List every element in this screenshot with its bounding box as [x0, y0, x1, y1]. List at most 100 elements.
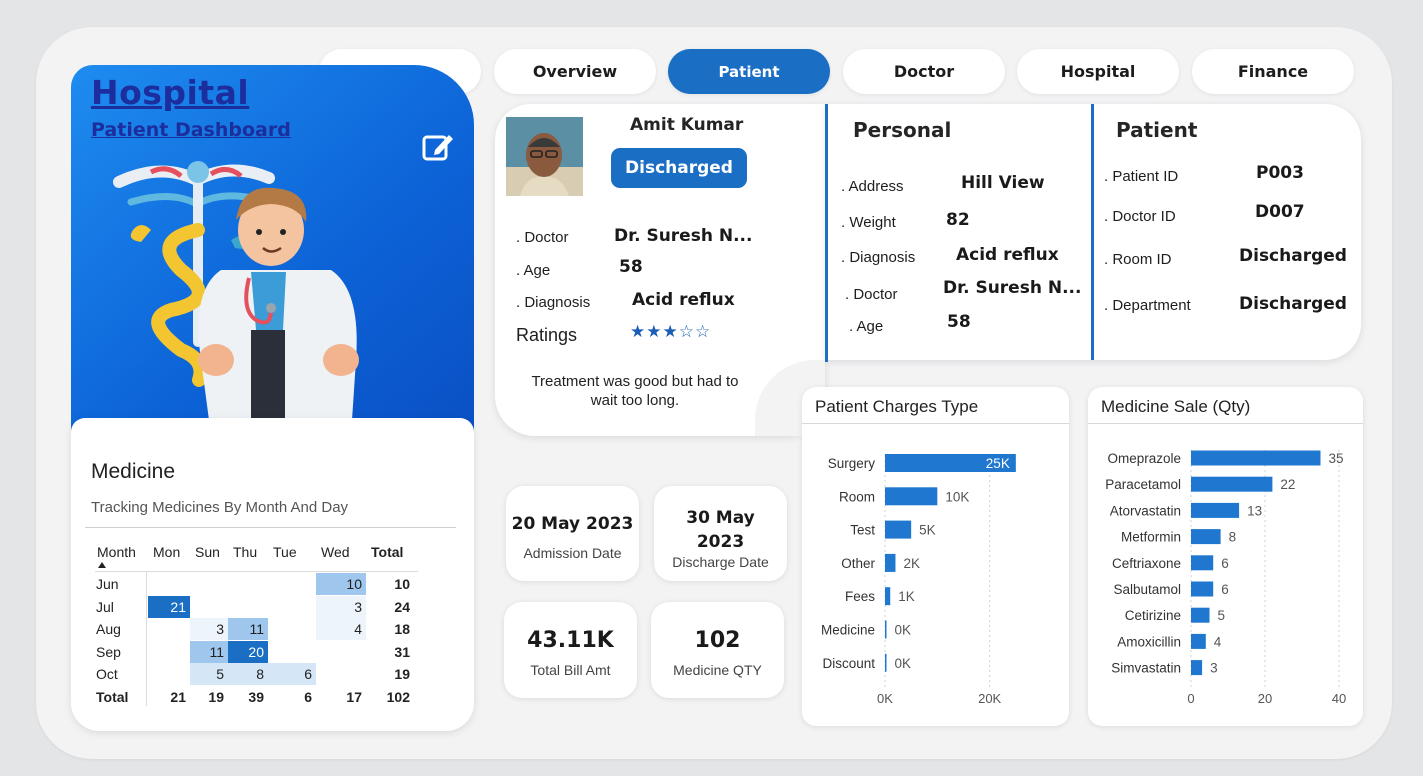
department-value: Discharged: [1239, 294, 1347, 314]
rating-stars: ★★★☆☆: [630, 322, 712, 342]
matrix-cell: [316, 663, 366, 685]
admission-date-card: 20 May 2023 Admission Date: [506, 486, 639, 581]
category-label: Omeprazole: [1107, 451, 1181, 466]
medicine-title: Medicine: [91, 460, 176, 483]
category-label: Medicine: [821, 623, 875, 638]
discharge-date-label: Discharge Date: [672, 554, 769, 570]
patient-id-label: . Patient ID: [1104, 168, 1179, 185]
matrix-header: Total: [371, 544, 404, 560]
data-label: 22: [1280, 477, 1295, 492]
matrix-header: Mon: [153, 544, 181, 560]
data-label: 13: [1247, 503, 1262, 518]
bar: [1191, 607, 1210, 623]
doctor-value: Dr. Suresh N...: [614, 226, 753, 246]
patient-info-title: Patient: [1116, 118, 1198, 142]
matrix-cell: [148, 618, 190, 640]
matrix-row-total: 31: [394, 644, 410, 660]
x-tick-label: 20: [1258, 691, 1272, 706]
bar: [1191, 450, 1321, 466]
divider: [825, 104, 828, 362]
matrix-cell: [148, 573, 190, 595]
age-label: . Age: [516, 262, 551, 279]
category-label: Ceftriaxone: [1112, 556, 1181, 571]
discharge-date-value: 30 May 2023: [686, 508, 755, 552]
nav-finance-button[interactable]: Finance: [1192, 49, 1354, 94]
matrix-cell: [190, 573, 228, 595]
matrix-header: Thu: [233, 544, 258, 560]
matrix-column-total: 6: [304, 689, 312, 705]
matrix-row-total: 19: [394, 666, 410, 682]
nav-doctor-button[interactable]: Doctor: [843, 49, 1005, 94]
medicine-subtitle: Tracking Medicines By Month And Day: [91, 499, 349, 516]
nav-overview-button[interactable]: Overview: [494, 49, 656, 94]
matrix-cell: 4: [316, 618, 366, 640]
matrix-header: Sun: [195, 544, 220, 560]
matrix-row-label: Jun: [96, 576, 119, 592]
total-bill-label: Total Bill Amt: [530, 662, 611, 678]
matrix-column-total: 39: [248, 689, 264, 705]
sort-arrow-icon[interactable]: [98, 562, 106, 568]
matrix-row-label: Jul: [96, 599, 114, 615]
medicine-qty-label: Medicine QTY: [673, 662, 762, 678]
nav-patient-button[interactable]: Patient: [668, 49, 830, 94]
bar: [885, 620, 887, 639]
info-card: Personal . Address Hill View . Weight 82…: [825, 104, 1361, 362]
matrix-header[interactable]: Month: [97, 541, 136, 563]
data-label: 25K: [986, 456, 1010, 471]
diagnosis-value: Acid reflux: [632, 290, 735, 310]
matrix-cell: 8: [228, 663, 268, 685]
hero-title: Hospital: [91, 73, 250, 112]
edit-icon[interactable]: [421, 131, 455, 163]
patient-name: Amit Kumar: [630, 115, 744, 135]
ratings-label: Ratings: [516, 325, 578, 345]
diagnosis-label: . Diagnosis: [841, 249, 916, 266]
admission-date-label: Admission Date: [523, 545, 622, 561]
patient-id-value: P003: [1256, 163, 1304, 183]
discharge-date-card: 30 May 2023 Discharge Date: [654, 486, 787, 581]
data-label: 6: [1221, 582, 1229, 597]
matrix-cell: [190, 596, 228, 618]
patient-photo: [506, 117, 583, 196]
bar: [885, 487, 938, 506]
doctor-value: Dr. Suresh N...: [943, 278, 1082, 298]
bar: [1191, 555, 1214, 571]
matrix-cell: [148, 663, 190, 685]
hero-subtitle: Patient Dashboard: [91, 119, 291, 141]
age-value: 58: [619, 257, 643, 277]
divider: [95, 571, 418, 572]
matrix-row-label: Oct: [96, 666, 118, 682]
data-label: 0K: [895, 623, 912, 638]
divider: [146, 572, 147, 706]
matrix-cell: [228, 573, 268, 595]
divider: [85, 527, 456, 528]
category-label: Simvastatin: [1111, 661, 1181, 676]
data-label: 0K: [895, 656, 912, 671]
data-label: 5: [1218, 608, 1226, 623]
feedback-text: Treatment was good but had to wait too l…: [531, 373, 739, 409]
category-label: Salbutamol: [1113, 582, 1181, 597]
x-tick-label: 40: [1332, 691, 1346, 706]
matrix-cell: 5: [190, 663, 228, 685]
data-label: 8: [1229, 530, 1237, 545]
nav-hospital-button[interactable]: Hospital: [1017, 49, 1179, 94]
matrix-cell: 3: [316, 596, 366, 618]
category-label: Amoxicillin: [1117, 634, 1181, 649]
category-label: Test: [850, 523, 875, 538]
x-tick-label: 20K: [978, 691, 1001, 706]
matrix-cell: 3: [190, 618, 228, 640]
matrix-cell: [268, 641, 316, 663]
data-label: 4: [1214, 634, 1222, 649]
matrix-cell: [316, 641, 366, 663]
address-value: Hill View: [961, 173, 1045, 193]
matrix-row-label: Sep: [96, 644, 121, 660]
doctor-id-value: D007: [1255, 202, 1305, 222]
medicine-qty-value: 102: [694, 628, 741, 653]
bar: [1191, 529, 1221, 545]
diagnosis-value: Acid reflux: [956, 245, 1059, 265]
category-label: Paracetamol: [1105, 477, 1181, 492]
matrix-cell: 10: [316, 573, 366, 595]
x-tick-label: 0: [1187, 691, 1194, 706]
data-label: 5K: [919, 523, 936, 538]
data-label: 1K: [898, 589, 915, 604]
bar: [885, 520, 912, 539]
